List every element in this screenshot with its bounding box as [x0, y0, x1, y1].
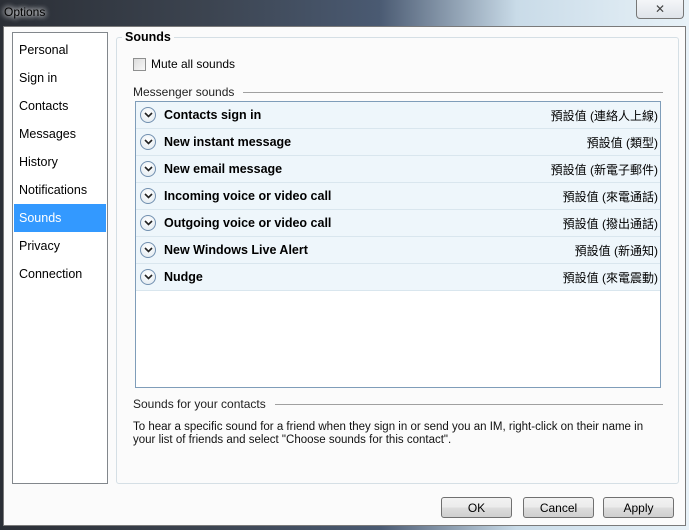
- title-bar: Options ✕: [0, 0, 689, 26]
- sound-row[interactable]: Nudge 預設值 (來電震動): [136, 264, 660, 291]
- chevron-down-icon[interactable]: [140, 269, 156, 285]
- sound-value: 預設值 (撥出通話): [562, 216, 658, 231]
- chevron-down-icon[interactable]: [140, 242, 156, 258]
- sound-name: New instant message: [164, 135, 292, 149]
- sound-name: Contacts sign in: [164, 108, 262, 122]
- sidebar-item-privacy[interactable]: Privacy: [14, 232, 106, 260]
- mute-all-label[interactable]: Mute all sounds: [151, 57, 235, 71]
- sidebar-item-sounds[interactable]: Sounds: [14, 204, 106, 232]
- contacts-sounds-description: To hear a specific sound for a friend wh…: [133, 421, 644, 446]
- window-title: Options: [4, 5, 46, 19]
- sidebar-nav: Personal Sign in Contacts Messages Histo…: [12, 32, 108, 484]
- sound-name: Outgoing voice or video call: [164, 216, 332, 230]
- sound-name: Incoming voice or video call: [164, 189, 332, 203]
- close-button[interactable]: ✕: [636, 0, 684, 19]
- cancel-button[interactable]: Cancel: [523, 497, 594, 518]
- contacts-sounds-header: Sounds for your contacts: [133, 397, 663, 411]
- sidebar-item-notifications[interactable]: Notifications: [14, 176, 106, 204]
- sidebar-item-sign-in[interactable]: Sign in: [14, 64, 106, 92]
- chevron-down-icon[interactable]: [140, 134, 156, 150]
- chevron-down-icon[interactable]: [140, 107, 156, 123]
- options-dialog: Personal Sign in Contacts Messages Histo…: [3, 26, 686, 526]
- divider: [243, 91, 663, 93]
- mute-all-row[interactable]: Mute all sounds: [133, 57, 235, 71]
- ok-button[interactable]: OK: [441, 497, 512, 518]
- sounds-list: Contacts sign in 預設值 (連絡人上線) New instant…: [135, 101, 661, 388]
- messenger-sounds-label: Messenger sounds: [133, 85, 235, 99]
- sidebar-item-personal[interactable]: Personal: [14, 36, 106, 64]
- chevron-down-icon[interactable]: [140, 161, 156, 177]
- sidebar-item-history[interactable]: History: [14, 148, 106, 176]
- sound-row[interactable]: New instant message 預設值 (類型): [136, 129, 660, 156]
- sidebar-item-messages[interactable]: Messages: [14, 120, 106, 148]
- sound-row[interactable]: Contacts sign in 預設值 (連絡人上線): [136, 102, 660, 129]
- close-x-icon: ✕: [654, 2, 666, 16]
- panel-title: Sounds: [122, 30, 174, 44]
- sound-row[interactable]: New email message 預設值 (新電子郵件): [136, 156, 660, 183]
- sound-row[interactable]: Incoming voice or video call 預設值 (來電通話): [136, 183, 660, 210]
- sound-value: 預設值 (類型): [586, 135, 658, 150]
- sound-name: Nudge: [164, 270, 203, 284]
- messenger-sounds-header: Messenger sounds: [133, 85, 663, 99]
- sound-value: 預設值 (來電震動): [562, 270, 658, 285]
- sidebar-item-contacts[interactable]: Contacts: [14, 92, 106, 120]
- divider: [274, 403, 663, 405]
- sound-row[interactable]: Outgoing voice or video call 預設值 (撥出通話): [136, 210, 660, 237]
- sound-value: 預設值 (新通知): [574, 243, 658, 258]
- sidebar-item-connection[interactable]: Connection: [14, 260, 106, 288]
- chevron-down-icon[interactable]: [140, 188, 156, 204]
- sound-value: 預設值 (新電子郵件): [550, 162, 658, 177]
- chevron-down-icon[interactable]: [140, 215, 156, 231]
- mute-all-checkbox[interactable]: [133, 57, 146, 71]
- sound-name: New Windows Live Alert: [164, 243, 308, 257]
- sound-value: 預設值 (連絡人上線): [550, 108, 658, 123]
- sound-row[interactable]: New Windows Live Alert 預設值 (新通知): [136, 237, 660, 264]
- apply-button[interactable]: Apply: [603, 497, 674, 518]
- sound-name: New email message: [164, 162, 283, 176]
- sound-value: 預設值 (來電通話): [562, 189, 658, 204]
- contacts-sounds-label: Sounds for your contacts: [133, 397, 266, 411]
